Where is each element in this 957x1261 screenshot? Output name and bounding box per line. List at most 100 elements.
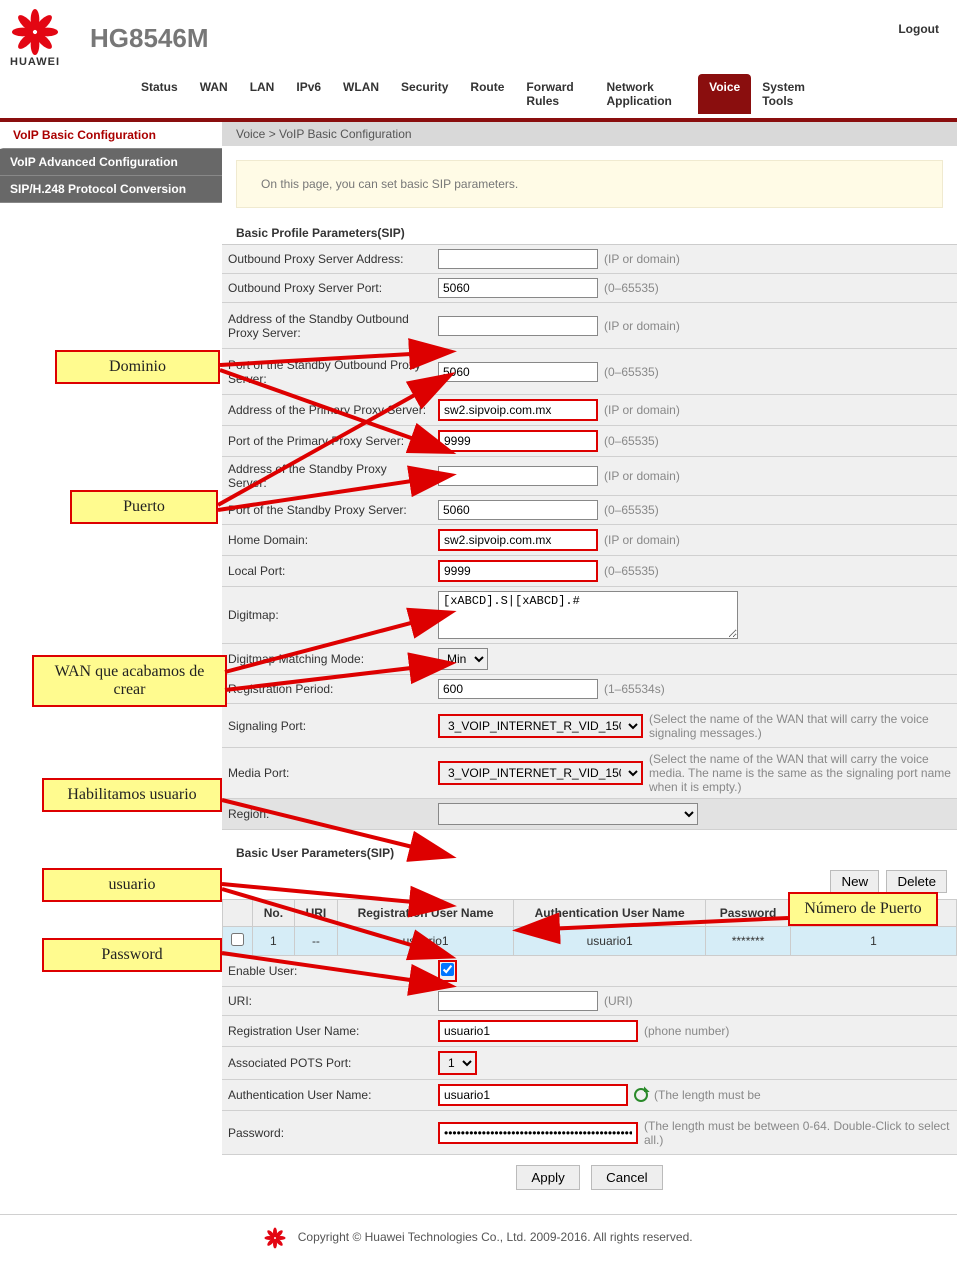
digitmap-mode-label: Digitmap Matching Mode: <box>222 649 432 669</box>
digitmap-label: Digitmap: <box>222 605 432 625</box>
nav-route[interactable]: Route <box>459 74 515 114</box>
nav-forward-rules[interactable]: Forward Rules <box>515 74 595 114</box>
nav-ipv6[interactable]: IPv6 <box>285 74 332 114</box>
cell-pots: 1 <box>790 927 956 956</box>
nav-wan[interactable]: WAN <box>189 74 239 114</box>
primary-port-input[interactable] <box>438 430 598 452</box>
media-select[interactable]: 3_VOIP_INTERNET_R_VID_1503 <box>438 761 643 785</box>
profile-table: Outbound Proxy Server Address: (IP or dom… <box>222 244 957 830</box>
col-auth: Authentication User Name <box>514 900 706 927</box>
region-label: Region: <box>222 804 432 824</box>
region-select[interactable] <box>438 803 698 825</box>
table-row[interactable]: 1 -- usuario1 usuario1 ******* 1 <box>223 927 957 956</box>
outbound-port-hint: (0–65535) <box>604 281 659 295</box>
nav-voice[interactable]: Voice <box>698 74 751 114</box>
header: HUAWEI HG8546M Logout <box>0 0 957 68</box>
col-pwd: Password <box>706 900 791 927</box>
cell-no: 1 <box>253 927 295 956</box>
home-domain-label: Home Domain: <box>222 530 432 550</box>
pots-port-label: Associated POTS Port: <box>222 1053 432 1073</box>
signaling-label: Signaling Port: <box>222 716 432 736</box>
outbound-port-label: Outbound Proxy Server Port: <box>222 278 432 298</box>
profile-section-title: Basic Profile Parameters(SIP) <box>222 222 957 244</box>
reg-period-label: Registration Period: <box>222 679 432 699</box>
standby-addr-input[interactable] <box>438 466 598 486</box>
form-actions: Apply Cancel <box>222 1155 957 1200</box>
standby-addr-label: Address of the Standby Proxy Server: <box>222 459 432 493</box>
uri-label: URI: <box>222 991 432 1011</box>
row-check[interactable] <box>231 933 244 946</box>
model-title: HG8546M <box>90 23 209 54</box>
nav-security[interactable]: Security <box>390 74 459 114</box>
standby-out-addr-label: Address of the Standby Outbound Proxy Se… <box>222 309 432 343</box>
local-port-input[interactable] <box>438 560 598 582</box>
standby-out-port-input[interactable] <box>438 362 598 382</box>
cancel-button[interactable]: Cancel <box>591 1165 663 1190</box>
home-domain-input[interactable] <box>438 529 598 551</box>
footer: Copyright © Huawei Technologies Co., Ltd… <box>0 1214 957 1261</box>
brand-logo: HUAWEI <box>10 8 60 68</box>
standby-out-port-label: Port of the Standby Outbound Proxy Serve… <box>222 355 432 389</box>
auth-user-input[interactable] <box>438 1084 628 1106</box>
standby-port-label: Port of the Standby Proxy Server: <box>222 500 432 520</box>
col-check <box>223 900 253 927</box>
sidebar-item-2[interactable]: SIP/H.248 Protocol Conversion <box>0 176 222 203</box>
sidebar-item-0[interactable]: VoIP Basic Configuration <box>0 122 222 149</box>
cell-uri: -- <box>294 927 337 956</box>
outbound-addr-input[interactable] <box>438 249 598 269</box>
huawei-petal-icon <box>264 1227 286 1249</box>
col-no: No. <box>253 900 295 927</box>
pots-port-select[interactable]: 1 <box>438 1051 477 1075</box>
logout-link[interactable]: Logout <box>898 22 939 36</box>
enable-user-label: Enable User: <box>222 961 432 981</box>
user-actions: New Delete <box>222 864 957 899</box>
digitmap-textarea[interactable] <box>438 591 738 639</box>
primary-addr-label: Address of the Primary Proxy Server: <box>222 400 432 420</box>
nav-system-tools[interactable]: System Tools <box>751 74 827 114</box>
new-button[interactable]: New <box>830 870 879 893</box>
breadcrumb: Voice > VoIP Basic Configuration <box>222 122 957 146</box>
digitmap-mode-select[interactable]: Min <box>438 648 488 670</box>
col-pots: Associated POTS Port <box>790 900 956 927</box>
huawei-petal-icon <box>11 8 59 56</box>
sidebar-item-1[interactable]: VoIP Advanced Configuration <box>0 149 222 176</box>
media-label: Media Port: <box>222 763 432 783</box>
standby-out-addr-input[interactable] <box>438 316 598 336</box>
refresh-icon[interactable] <box>634 1088 648 1102</box>
local-port-label: Local Port: <box>222 561 432 581</box>
nav-lan[interactable]: LAN <box>239 74 286 114</box>
outbound-addr-label: Outbound Proxy Server Address: <box>222 249 432 269</box>
col-reg: Registration User Name <box>338 900 514 927</box>
auth-user-label: Authentication User Name: <box>222 1085 432 1105</box>
nav-wlan[interactable]: WLAN <box>332 74 390 114</box>
uri-input[interactable] <box>438 991 598 1011</box>
delete-button[interactable]: Delete <box>886 870 947 893</box>
primary-addr-input[interactable] <box>438 399 598 421</box>
nav-network-application[interactable]: Network Application <box>596 74 699 114</box>
brand-text: HUAWEI <box>10 56 60 68</box>
sidebar: VoIP Basic ConfigurationVoIP Advanced Co… <box>0 122 222 1210</box>
reg-user-input[interactable] <box>438 1020 638 1042</box>
main-nav: StatusWANLANIPv6WLANSecurityRouteForward… <box>0 74 957 118</box>
col-uri: URI <box>294 900 337 927</box>
cell-pwd: ******* <box>706 927 791 956</box>
info-banner: On this page, you can set basic SIP para… <box>236 160 943 208</box>
reg-user-label: Registration User Name: <box>222 1021 432 1041</box>
standby-port-input[interactable] <box>438 500 598 520</box>
outbound-addr-hint: (IP or domain) <box>604 252 680 266</box>
password-label: Password: <box>222 1123 432 1143</box>
primary-port-label: Port of the Primary Proxy Server: <box>222 431 432 451</box>
password-input[interactable] <box>438 1122 638 1144</box>
cell-auth: usuario1 <box>514 927 706 956</box>
reg-period-input[interactable] <box>438 679 598 699</box>
enable-user-check[interactable] <box>441 963 454 976</box>
user-detail: Enable User: URI:(URI) Registration User… <box>222 956 957 1155</box>
signaling-select[interactable]: 3_VOIP_INTERNET_R_VID_1503 <box>438 714 643 738</box>
users-section-title: Basic User Parameters(SIP) <box>222 842 957 864</box>
main-content: Voice > VoIP Basic Configuration On this… <box>222 122 957 1210</box>
user-table: No. URI Registration User Name Authentic… <box>222 899 957 956</box>
apply-button[interactable]: Apply <box>516 1165 579 1190</box>
outbound-port-input[interactable] <box>438 278 598 298</box>
footer-text: Copyright © Huawei Technologies Co., Ltd… <box>298 1230 693 1244</box>
nav-status[interactable]: Status <box>130 74 189 114</box>
